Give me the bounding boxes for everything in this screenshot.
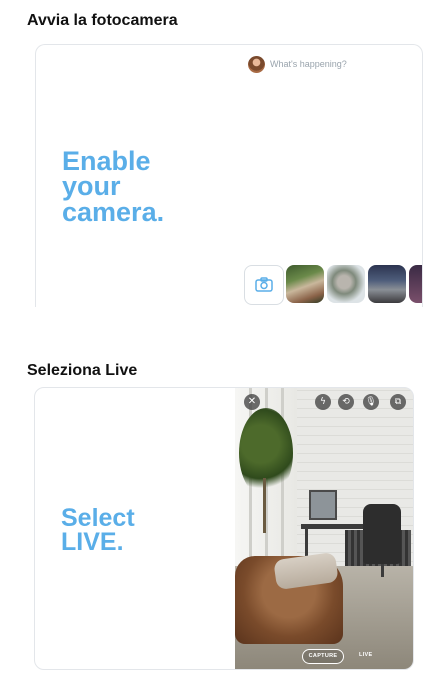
photo-thumbnail[interactable]: [286, 265, 324, 303]
gallery-icon[interactable]: ⧉: [390, 394, 406, 410]
flash-icon[interactable]: ϟ: [315, 394, 331, 410]
viewfinder-plant: [239, 408, 293, 498]
camera-button[interactable]: [244, 265, 284, 305]
viewfinder-monitor: [309, 490, 337, 520]
section-title-camera: Avvia la fotocamera: [27, 12, 178, 29]
microphone-icon[interactable]: 🎙: [363, 394, 379, 410]
viewfinder-office-chair: [363, 504, 401, 564]
close-icon[interactable]: ✕: [244, 394, 260, 410]
headline-line: Select: [61, 504, 135, 532]
headline-select-live: Select LIVE.: [61, 504, 135, 556]
avatar: [248, 56, 265, 73]
live-mode-button[interactable]: LIVE: [359, 652, 372, 658]
flip-camera-icon[interactable]: ⟲: [338, 394, 354, 410]
compose-input[interactable]: What's happening?: [270, 59, 347, 69]
headline-line: your: [62, 171, 121, 202]
section-title-live: Seleziona Live: [27, 362, 138, 379]
headline-line: camera.: [62, 196, 165, 227]
compose-card: What's happening? Enable your camera.: [35, 44, 423, 307]
camera-viewfinder: ✕ ϟ ⟲ 🎙 ⧉ CAPTURE LIVE: [235, 388, 413, 669]
headline-enable-camera: Enable your camera.: [62, 147, 165, 227]
photo-thumbnail[interactable]: [409, 265, 422, 303]
photo-thumbnail[interactable]: [327, 265, 365, 303]
viewfinder-plant-stem: [263, 478, 266, 533]
headline-line: LIVE.: [61, 527, 124, 556]
live-card: Select LIVE. ✕ ϟ ⟲ 🎙 ⧉ CAPTURE LIVE: [34, 387, 414, 670]
photo-thumbnail[interactable]: [368, 265, 406, 303]
camera-icon: [255, 277, 273, 292]
capture-mode-button[interactable]: CAPTURE: [302, 649, 344, 664]
